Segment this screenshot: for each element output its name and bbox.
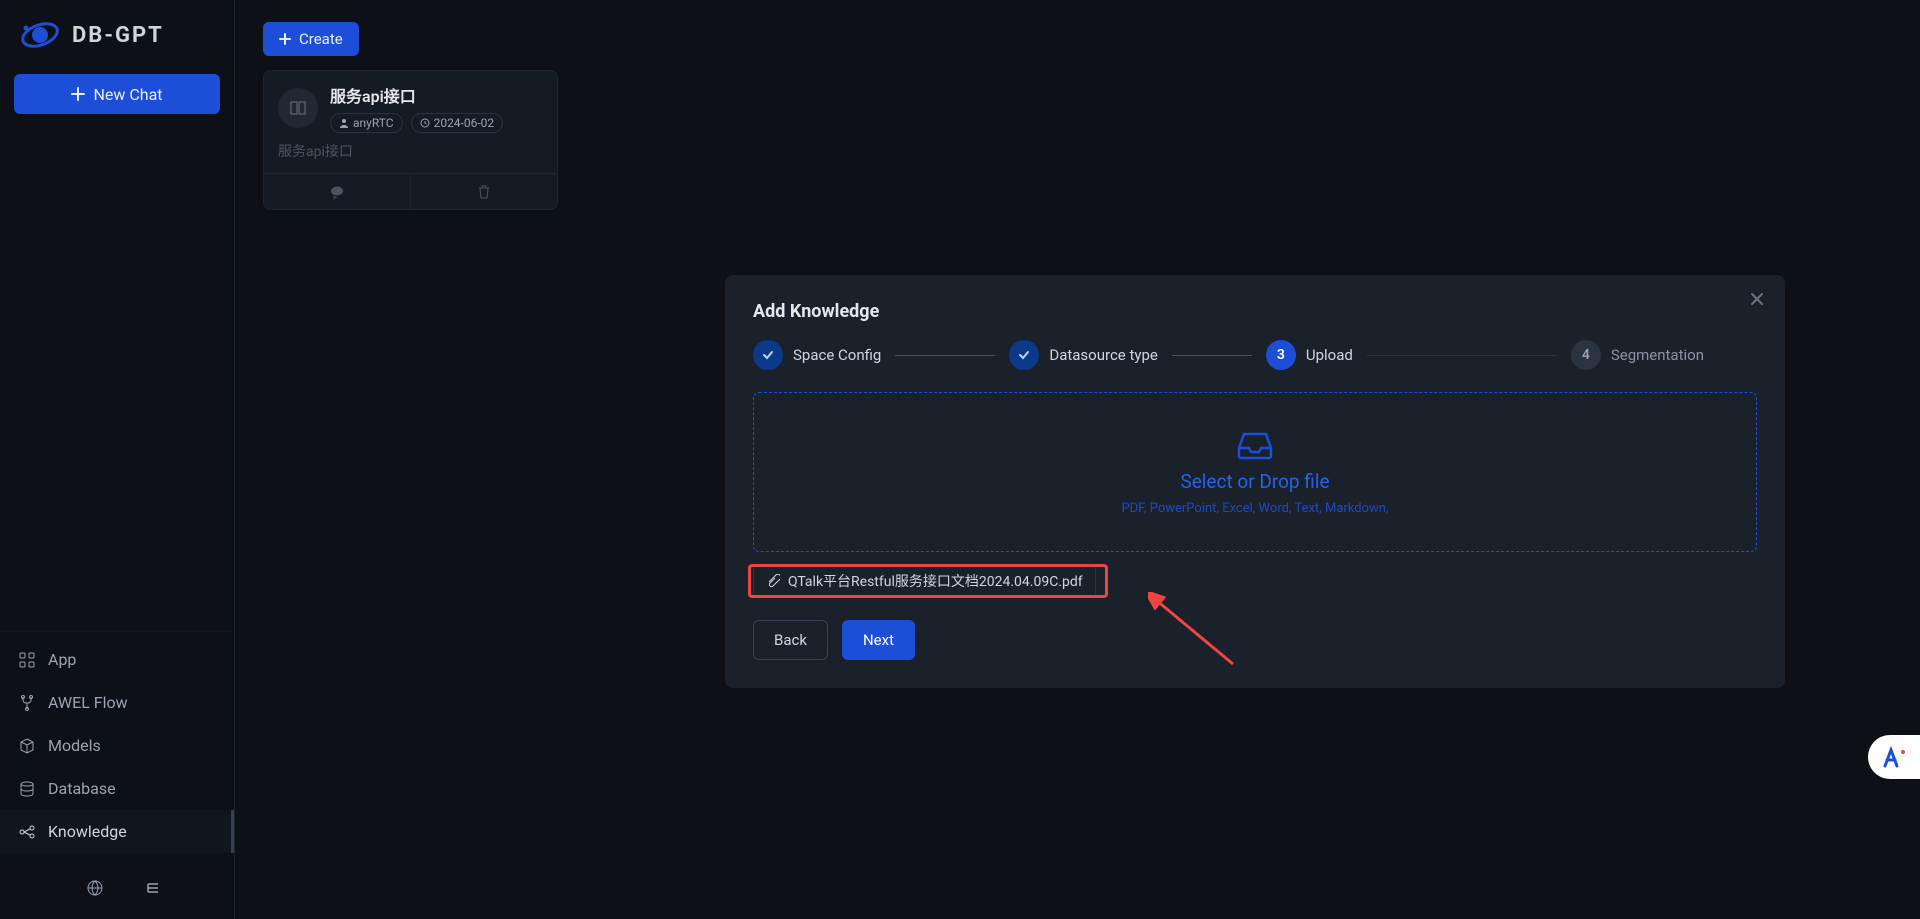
step-1: Space Config [753, 340, 881, 370]
inbox-icon [1235, 428, 1275, 462]
nav-label: Database [48, 779, 116, 798]
main: Create 服务api接口 anyRTC 2024-06-02 [235, 0, 1920, 919]
nodes-icon [18, 823, 36, 841]
ai-icon [1881, 746, 1907, 768]
step-bar: Space Config Datasource type 3 Upload 4 … [753, 340, 1757, 370]
sidebar-spacer [0, 124, 234, 631]
back-button[interactable]: Back [753, 620, 828, 660]
owner-pill: anyRTC [330, 113, 403, 133]
uploaded-file-chip[interactable]: QTalk平台Restful服务接口文档2024.04.09C.pdf [753, 564, 1096, 598]
book-icon [278, 88, 318, 128]
uploaded-file-name: QTalk平台Restful服务接口文档2024.04.09C.pdf [788, 571, 1083, 591]
paperclip-icon [766, 574, 780, 588]
nav-awel-flow[interactable]: AWEL Flow [0, 681, 234, 724]
dropzone-subtitle: PDF, PowerPoint, Excel, Word, Text, Mark… [1121, 501, 1388, 516]
close-icon[interactable] [1749, 291, 1765, 307]
date-label: 2024-06-02 [434, 116, 495, 130]
back-label: Back [774, 631, 807, 649]
assistant-launcher[interactable] [1868, 735, 1920, 779]
create-button[interactable]: Create [263, 22, 359, 56]
card-chat-button[interactable] [264, 174, 410, 209]
step-line [1172, 355, 1252, 356]
cube-icon [18, 737, 36, 755]
nav-app[interactable]: App [0, 638, 234, 681]
theme-toggle[interactable] [28, 879, 46, 897]
step-4: 4 Segmentation [1571, 340, 1704, 370]
logo-icon [18, 16, 62, 54]
upload-dropzone[interactable]: Select or Drop file PDF, PowerPoint, Exc… [753, 392, 1757, 552]
logo[interactable]: DB-GPT [0, 0, 234, 64]
knowledge-card[interactable]: 服务api接口 anyRTC 2024-06-02 服务api接口 [263, 70, 558, 210]
next-label: Next [863, 631, 894, 649]
plus-icon [279, 33, 291, 45]
nav-label: Models [48, 736, 101, 755]
fork-icon [18, 694, 36, 712]
step-3-number: 3 [1266, 340, 1296, 370]
step-3: 3 Upload [1266, 340, 1353, 370]
card-delete-button[interactable] [410, 174, 557, 209]
nav-models[interactable]: Models [0, 724, 234, 767]
new-chat-button[interactable]: New Chat [14, 74, 220, 114]
step-2: Datasource type [1009, 340, 1158, 370]
step-line [1367, 355, 1557, 356]
step-2-label: Datasource type [1049, 346, 1158, 364]
step-3-label: Upload [1306, 346, 1353, 364]
add-knowledge-modal: Add Knowledge Space Config Datasource ty… [725, 275, 1785, 688]
nav-label: Knowledge [48, 822, 127, 841]
grid-icon [18, 651, 36, 669]
bottom-bar [0, 857, 234, 919]
card-title: 服务api接口 [330, 83, 503, 107]
next-button[interactable]: Next [842, 620, 915, 660]
check-icon [1009, 340, 1039, 370]
language-toggle[interactable] [86, 879, 104, 897]
plus-icon [71, 87, 85, 101]
step-4-number: 4 [1571, 340, 1601, 370]
date-pill: 2024-06-02 [411, 113, 504, 133]
step-4-label: Segmentation [1611, 346, 1704, 364]
sidebar-nav: App AWEL Flow Models Database Knowledge [0, 631, 234, 857]
step-line [895, 355, 995, 356]
database-icon [18, 780, 36, 798]
step-1-label: Space Config [793, 346, 881, 364]
new-chat-label: New Chat [93, 85, 162, 104]
nav-knowledge[interactable]: Knowledge [0, 810, 234, 853]
owner-label: anyRTC [353, 116, 394, 130]
dropzone-title: Select or Drop file [1180, 470, 1329, 493]
collapse-toggle[interactable] [144, 879, 162, 897]
create-label: Create [299, 30, 343, 48]
brand-text: DB-GPT [72, 23, 164, 48]
card-desc: 服务api接口 [278, 141, 543, 161]
sidebar: DB-GPT New Chat App AWEL Flow Models [0, 0, 235, 919]
nav-database[interactable]: Database [0, 767, 234, 810]
check-icon [753, 340, 783, 370]
nav-label: App [48, 650, 76, 669]
modal-title: Add Knowledge [753, 301, 1757, 322]
nav-label: AWEL Flow [48, 693, 128, 712]
